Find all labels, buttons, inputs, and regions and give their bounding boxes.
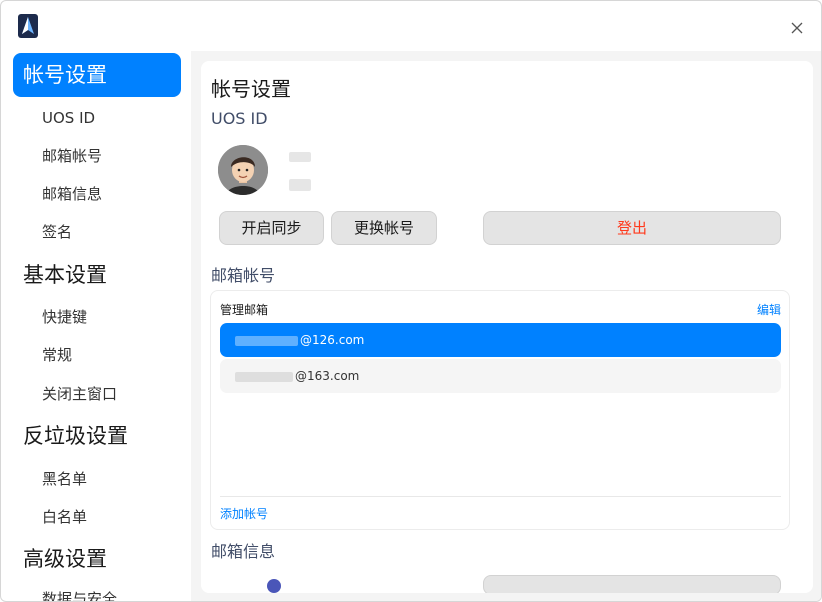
email-domain: @126.com [300,333,365,347]
sidebar-item-signature[interactable]: 签名 [42,220,72,244]
email-user-redacted [235,335,298,346]
mailbox-header: 管理邮箱 [220,303,269,317]
sidebar-item-close-window[interactable]: 关闭主窗口 [42,382,117,406]
settings-panel: 帐号设置 UOS ID 开启同步 更换帐号 登出 邮箱帐号 管理邮箱 编辑 @1… [201,61,813,593]
sidebar-item-data-security[interactable]: 数据与安全 [42,587,117,601]
divider [220,496,781,497]
sidebar-item-mail-account[interactable]: 邮箱帐号 [42,144,102,168]
sidebar-group-basic[interactable]: 基本设置 [13,253,181,297]
avatar [218,145,268,195]
settings-window: 帐号设置 UOS ID 邮箱帐号 邮箱信息 签名 基本设置 快捷键 常规 关闭主… [0,0,822,602]
mail-info-heading: 邮箱信息 [211,542,276,561]
mail-account-heading: 邮箱帐号 [211,266,276,285]
add-account-link[interactable]: 添加帐号 [220,505,268,522]
mail-info-field[interactable] [483,575,781,593]
uos-id-heading: UOS ID [211,109,268,128]
sidebar-nav: 帐号设置 UOS ID 邮箱帐号 邮箱信息 签名 基本设置 快捷键 常规 关闭主… [1,51,191,601]
mailbox-row-126[interactable]: @126.com [220,323,781,357]
close-icon [791,22,803,34]
mailbox-row-163[interactable]: @163.com [220,359,781,393]
page-title: 帐号设置 [211,77,291,101]
sidebar-item-uos-id[interactable]: UOS ID [42,106,95,130]
sidebar-group-advanced[interactable]: 高级设置 [13,537,181,581]
edit-link[interactable]: 编辑 [757,301,781,318]
account-id-redacted [289,179,311,191]
user-avatar-icon [218,145,268,195]
logout-button[interactable]: 登出 [483,211,781,245]
sidebar-group-account[interactable]: 帐号设置 [13,53,181,97]
sidebar-group-antispam[interactable]: 反垃圾设置 [13,414,181,458]
sidebar-item-mail-info[interactable]: 邮箱信息 [42,182,102,206]
sidebar-item-blacklist[interactable]: 黑名单 [42,467,87,491]
close-button[interactable] [785,16,809,40]
email-domain: @163.com [295,369,360,383]
sync-button[interactable]: 开启同步 [219,211,324,245]
mailbox-list-panel: 管理邮箱 编辑 @126.com @163.com 添加帐号 [210,290,790,530]
username-redacted [289,152,311,162]
switch-account-button[interactable]: 更换帐号 [331,211,437,245]
app-logo-icon [18,14,38,38]
mail-info-avatar [267,579,281,593]
title-bar [1,1,821,51]
email-user-redacted [235,371,293,382]
sidebar-item-whitelist[interactable]: 白名单 [42,505,87,529]
sidebar-item-shortcuts[interactable]: 快捷键 [42,305,87,329]
sidebar-item-general[interactable]: 常规 [42,343,72,367]
